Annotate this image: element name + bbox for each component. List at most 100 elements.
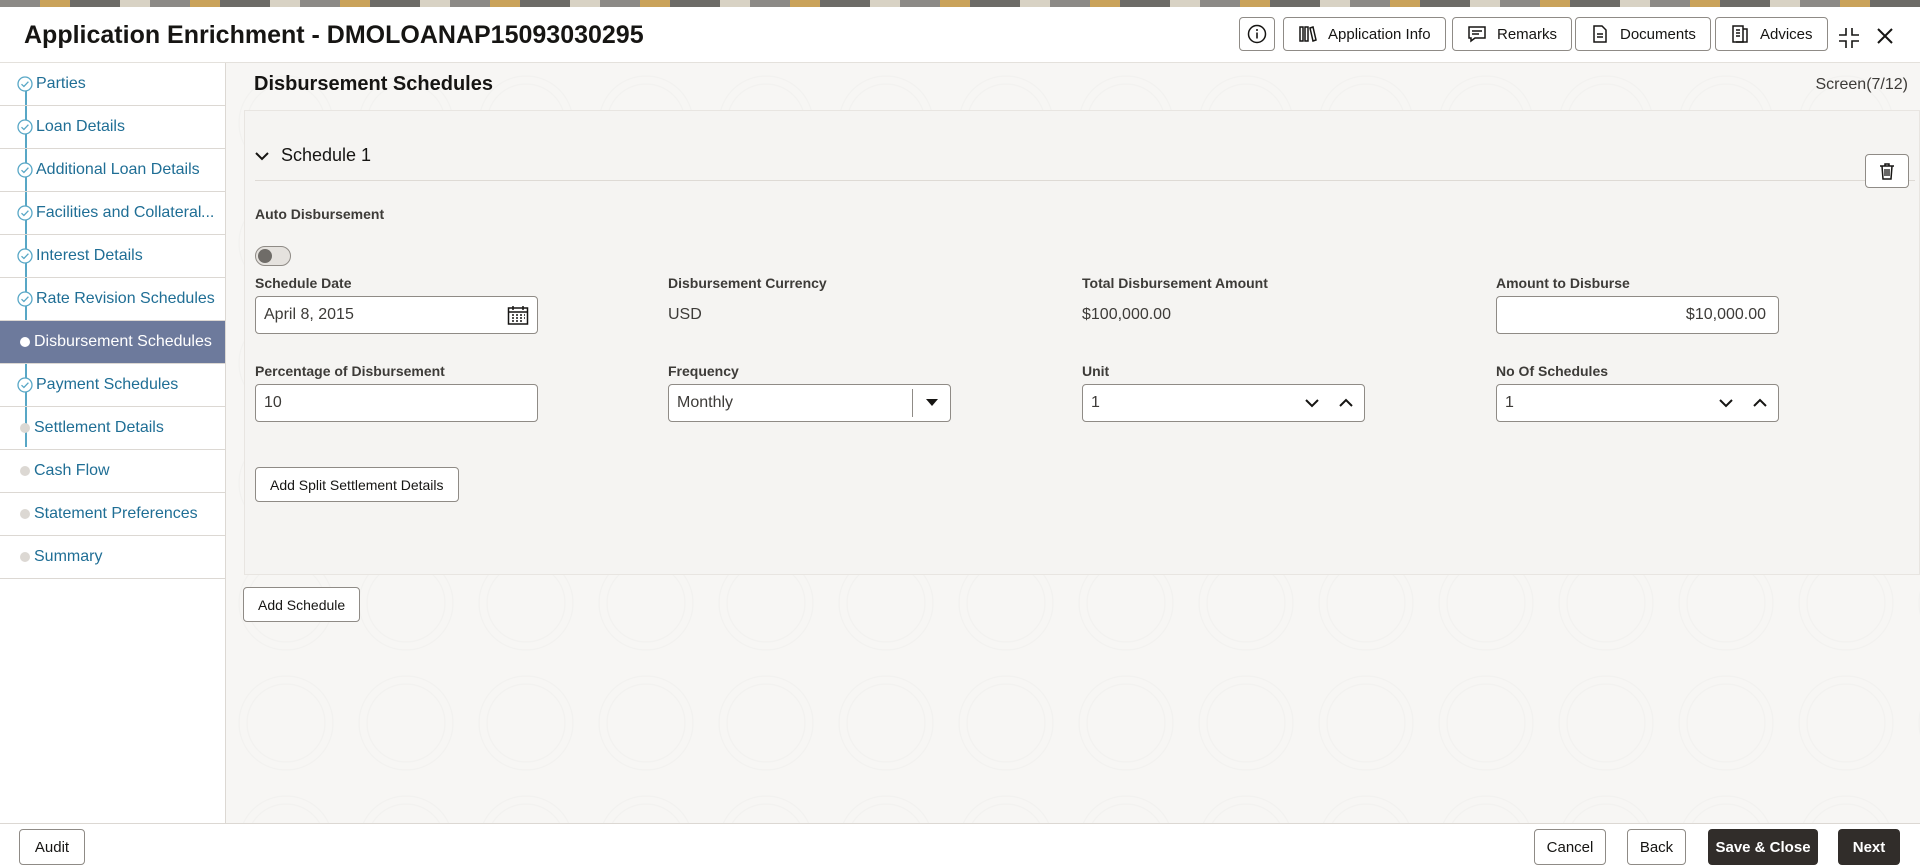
- auto-disbursement-label: Auto Disbursement: [255, 206, 385, 222]
- divider: [255, 180, 1915, 181]
- schedule-date-value: April 8, 2015: [264, 306, 354, 323]
- check-circle-icon: [17, 377, 33, 393]
- pending-step-dot-icon: [20, 466, 30, 476]
- add-split-settlement-button[interactable]: Add Split Settlement Details: [255, 467, 459, 502]
- percentage-value: 10: [264, 394, 282, 411]
- info-icon: [1247, 24, 1267, 44]
- documents-button[interactable]: Documents: [1575, 17, 1711, 51]
- pending-step-dot-icon: [20, 509, 30, 519]
- sidebar-item-label: Rate Revision Schedules: [36, 290, 215, 307]
- sidebar-item-settlement-details[interactable]: Settlement Details: [0, 407, 225, 450]
- check-circle-icon: [17, 76, 33, 92]
- sidebar-item-rate-revision-schedules[interactable]: Rate Revision Schedules: [0, 278, 225, 321]
- sidebar-item-parties[interactable]: Parties: [0, 63, 225, 106]
- schedule-toggle[interactable]: Schedule 1: [255, 145, 371, 166]
- pending-step-dot-icon: [20, 423, 30, 433]
- collapse-screen-icon[interactable]: [1838, 27, 1860, 54]
- chevron-down-icon[interactable]: [1718, 394, 1734, 417]
- unit-stepper[interactable]: 1: [1082, 384, 1365, 422]
- chevron-up-icon[interactable]: [1338, 394, 1354, 417]
- current-step-dot-icon: [20, 337, 30, 347]
- info-button[interactable]: [1239, 17, 1275, 51]
- schedule-date-field[interactable]: April 8, 2015: [255, 296, 538, 334]
- books-icon: [1299, 26, 1317, 42]
- delete-schedule-button[interactable]: [1865, 154, 1909, 188]
- next-button[interactable]: Next: [1838, 829, 1900, 865]
- no-of-schedules-stepper[interactable]: 1: [1496, 384, 1779, 422]
- unit-label: Unit: [1082, 363, 1110, 379]
- cancel-button[interactable]: Cancel: [1534, 829, 1606, 865]
- frequency-dropdown-button[interactable]: [912, 389, 950, 417]
- pending-step-dot-icon: [20, 552, 30, 562]
- document-icon: [1593, 25, 1607, 43]
- sidebar-item-additional-loan-details[interactable]: Additional Loan Details: [0, 149, 225, 192]
- close-icon[interactable]: [1875, 26, 1895, 51]
- schedule-date-label: Schedule Date: [255, 275, 352, 291]
- percentage-field[interactable]: 10: [255, 384, 538, 422]
- toggle-knob: [258, 249, 272, 263]
- amount-to-disburse-field[interactable]: $10,000.00: [1496, 296, 1779, 334]
- chevron-up-icon[interactable]: [1752, 394, 1768, 417]
- overflow-ellipsis: ...: [201, 204, 215, 221]
- sidebar-item-payment-schedules[interactable]: Payment Schedules: [0, 364, 225, 407]
- frequency-select[interactable]: Monthly: [668, 384, 951, 422]
- auto-disbursement-toggle[interactable]: [255, 246, 291, 266]
- app-header: Application Enrichment - DMOLOANAP150930…: [0, 7, 1920, 63]
- sidebar-item-label: Additional Loan Details: [36, 161, 200, 178]
- chevron-down-icon[interactable]: [1304, 394, 1320, 417]
- amount-to-disburse-label: Amount to Disburse: [1496, 275, 1630, 291]
- check-circle-icon: [17, 162, 33, 178]
- sidebar-item-label: Cash Flow: [34, 462, 110, 479]
- sidebar-item-loan-details[interactable]: Loan Details: [0, 106, 225, 149]
- application-info-label: Application Info: [1328, 25, 1431, 43]
- frequency-value: Monthly: [677, 394, 734, 411]
- sidebar-item-statement-preferences[interactable]: Statement Preferences: [0, 493, 225, 536]
- screen-counter: Screen(7/12): [1815, 76, 1909, 93]
- add-schedule-button[interactable]: Add Schedule: [243, 587, 361, 622]
- sidebar-item-label: Disbursement Schedules: [34, 333, 212, 350]
- sidebar-item-interest-details[interactable]: Interest Details: [0, 235, 225, 278]
- calendar-icon[interactable]: [507, 305, 529, 325]
- sidebar-item-summary[interactable]: Summary: [0, 536, 225, 579]
- currency-value: USD: [668, 306, 702, 323]
- page-title: Application Enrichment - DMOLOANAP150930…: [24, 21, 644, 49]
- no-of-schedules-value: 1: [1505, 394, 1514, 411]
- amount-to-disburse-value: $10,000.00: [1685, 306, 1766, 323]
- sidebar-item-disbursement-schedules[interactable]: Disbursement Schedules: [0, 321, 225, 364]
- currency-label: Disbursement Currency: [668, 275, 827, 291]
- sidebar-item-label: Facilities and Collateral: [36, 204, 202, 221]
- window-top-strip: [0, 0, 1920, 7]
- trash-icon: [1880, 163, 1894, 180]
- sidebar-item-facilities-and-collateral[interactable]: Facilities and Collateral ...: [0, 192, 225, 235]
- sidebar-item-label: Statement Preferences: [34, 505, 198, 522]
- unit-value: 1: [1091, 394, 1100, 411]
- total-amount-label: Total Disbursement Amount: [1082, 275, 1268, 291]
- no-of-schedules-stepper-controls: [1718, 394, 1768, 417]
- section-title: Disbursement Schedules: [254, 73, 493, 95]
- sidebar-item-label: Settlement Details: [34, 419, 164, 436]
- footer-bar: Audit Cancel Back Save & Close Next: [0, 823, 1920, 868]
- advices-label: Advices: [1760, 25, 1813, 43]
- audit-button[interactable]: Audit: [19, 829, 85, 865]
- sidebar-item-label: Loan Details: [36, 118, 125, 135]
- save-close-button[interactable]: Save & Close: [1708, 829, 1818, 865]
- sidebar-item-cash-flow[interactable]: Cash Flow: [0, 450, 225, 493]
- check-circle-icon: [17, 248, 33, 264]
- schedule-card: Schedule 1 Auto Disbursement Schedule Da…: [244, 110, 1920, 575]
- no-of-schedules-label: No Of Schedules: [1496, 363, 1609, 379]
- comment-icon: [1468, 26, 1486, 43]
- main-content: Disbursement Schedules Screen(7/12) Sche…: [226, 63, 1920, 823]
- advice-document-icon: [1732, 25, 1748, 43]
- application-info-button[interactable]: Application Info: [1283, 17, 1446, 51]
- schedule-title: Schedule 1: [281, 145, 372, 165]
- remarks-button[interactable]: Remarks: [1452, 17, 1573, 51]
- sidebar-item-label: Payment Schedules: [36, 376, 179, 393]
- back-button[interactable]: Back: [1627, 829, 1686, 865]
- sidebar-item-label: Parties: [36, 75, 86, 92]
- train-stop-sidebar: Parties Loan Details Additional Loan Det…: [0, 63, 226, 823]
- total-amount-value: $100,000.00: [1082, 306, 1171, 323]
- check-circle-icon: [17, 205, 33, 221]
- documents-label: Documents: [1620, 25, 1696, 43]
- unit-stepper-controls: [1304, 394, 1354, 417]
- advices-button[interactable]: Advices: [1715, 17, 1828, 51]
